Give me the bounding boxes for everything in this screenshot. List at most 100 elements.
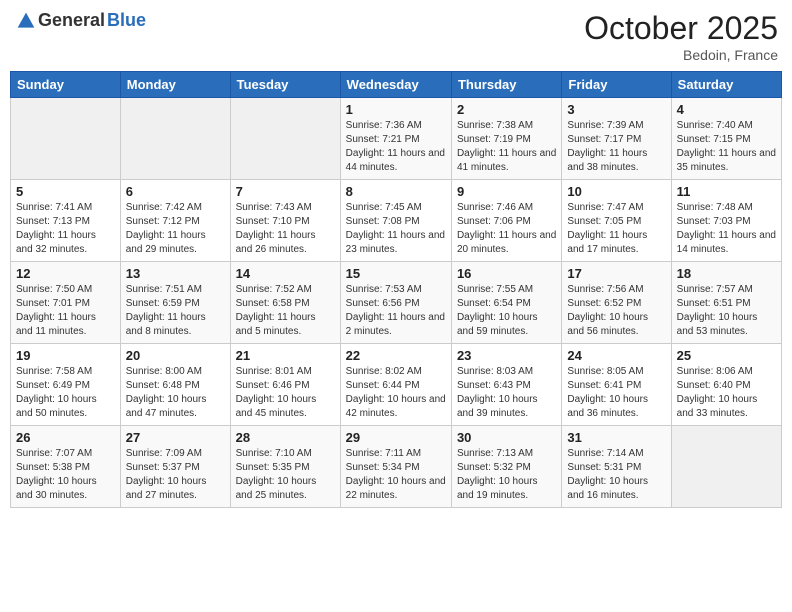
- calendar-cell: 14 Sunrise: 7:52 AM Sunset: 6:58 PM Dayli…: [230, 262, 340, 344]
- day-info: Sunrise: 7:53 AM Sunset: 6:56 PM Dayligh…: [346, 283, 446, 339]
- calendar-cell: 10 Sunrise: 7:47 AM Sunset: 7:05 PM Dayli…: [562, 180, 671, 262]
- calendar-cell: 18 Sunrise: 7:57 AM Sunset: 6:51 PM Dayli…: [671, 262, 781, 344]
- location: Bedoin, France: [584, 47, 778, 63]
- day-info: Sunrise: 7:51 AM Sunset: 6:59 PM Dayligh…: [126, 283, 225, 339]
- day-info: Sunrise: 8:01 AM Sunset: 6:46 PM Dayligh…: [236, 365, 335, 421]
- day-info: Sunrise: 7:41 AM Sunset: 7:13 PM Dayligh…: [16, 201, 115, 257]
- day-number: 16: [457, 266, 556, 281]
- week-row-3: 12 Sunrise: 7:50 AM Sunset: 7:01 PM Dayli…: [11, 262, 782, 344]
- calendar-cell: 8 Sunrise: 7:45 AM Sunset: 7:08 PM Daylig…: [340, 180, 451, 262]
- logo: General Blue: [14, 10, 146, 31]
- day-number: 9: [457, 184, 556, 199]
- day-info: Sunrise: 7:07 AM Sunset: 5:38 PM Dayligh…: [16, 447, 115, 503]
- calendar-cell: 5 Sunrise: 7:41 AM Sunset: 7:13 PM Daylig…: [11, 180, 121, 262]
- day-number: 14: [236, 266, 335, 281]
- day-number: 30: [457, 430, 556, 445]
- calendar-cell: 12 Sunrise: 7:50 AM Sunset: 7:01 PM Dayli…: [11, 262, 121, 344]
- day-number: 19: [16, 348, 115, 363]
- weekday-header-thursday: Thursday: [451, 72, 561, 98]
- calendar-cell: [671, 426, 781, 508]
- logo-text-general: General: [38, 10, 105, 31]
- calendar-cell: 22 Sunrise: 8:02 AM Sunset: 6:44 PM Dayli…: [340, 344, 451, 426]
- calendar-cell: 19 Sunrise: 7:58 AM Sunset: 6:49 PM Dayli…: [11, 344, 121, 426]
- calendar-cell: 31 Sunrise: 7:14 AM Sunset: 5:31 PM Dayli…: [562, 426, 671, 508]
- day-info: Sunrise: 7:55 AM Sunset: 6:54 PM Dayligh…: [457, 283, 556, 339]
- day-info: Sunrise: 7:38 AM Sunset: 7:19 PM Dayligh…: [457, 119, 556, 175]
- day-number: 18: [677, 266, 776, 281]
- day-info: Sunrise: 7:40 AM Sunset: 7:15 PM Dayligh…: [677, 119, 776, 175]
- day-number: 5: [16, 184, 115, 199]
- day-info: Sunrise: 7:56 AM Sunset: 6:52 PM Dayligh…: [567, 283, 665, 339]
- calendar-cell: 11 Sunrise: 7:48 AM Sunset: 7:03 PM Dayli…: [671, 180, 781, 262]
- day-number: 4: [677, 102, 776, 117]
- day-number: 10: [567, 184, 665, 199]
- calendar-cell: 1Sunrise: 7:36 AM Sunset: 7:21 PM Daylig…: [340, 98, 451, 180]
- calendar-cell: 26Sunrise: 7:07 AM Sunset: 5:38 PM Dayli…: [11, 426, 121, 508]
- calendar-cell: 2Sunrise: 7:38 AM Sunset: 7:19 PM Daylig…: [451, 98, 561, 180]
- day-number: 21: [236, 348, 335, 363]
- calendar-cell: 16 Sunrise: 7:55 AM Sunset: 6:54 PM Dayli…: [451, 262, 561, 344]
- day-number: 11: [677, 184, 776, 199]
- day-info: Sunrise: 7:42 AM Sunset: 7:12 PM Dayligh…: [126, 201, 225, 257]
- calendar-cell: [120, 98, 230, 180]
- calendar-cell: 9Sunrise: 7:46 AM Sunset: 7:06 PM Daylig…: [451, 180, 561, 262]
- day-info: Sunrise: 7:09 AM Sunset: 5:37 PM Dayligh…: [126, 447, 225, 503]
- calendar-cell: 15 Sunrise: 7:53 AM Sunset: 6:56 PM Dayli…: [340, 262, 451, 344]
- day-info: Sunrise: 8:05 AM Sunset: 6:41 PM Dayligh…: [567, 365, 665, 421]
- day-number: 23: [457, 348, 556, 363]
- calendar-cell: 24 Sunrise: 8:05 AM Sunset: 6:41 PM Dayli…: [562, 344, 671, 426]
- day-info: Sunrise: 7:14 AM Sunset: 5:31 PM Dayligh…: [567, 447, 665, 503]
- calendar-cell: 25 Sunrise: 8:06 AM Sunset: 6:40 PM Dayli…: [671, 344, 781, 426]
- day-number: 25: [677, 348, 776, 363]
- day-info: Sunrise: 7:45 AM Sunset: 7:08 PM Dayligh…: [346, 201, 446, 257]
- day-number: 12: [16, 266, 115, 281]
- day-number: 17: [567, 266, 665, 281]
- day-info: Sunrise: 7:52 AM Sunset: 6:58 PM Dayligh…: [236, 283, 335, 339]
- calendar-cell: [230, 98, 340, 180]
- weekday-header-monday: Monday: [120, 72, 230, 98]
- weekday-header-wednesday: Wednesday: [340, 72, 451, 98]
- day-info: Sunrise: 7:58 AM Sunset: 6:49 PM Dayligh…: [16, 365, 115, 421]
- day-number: 28: [236, 430, 335, 445]
- day-info: Sunrise: 8:02 AM Sunset: 6:44 PM Dayligh…: [346, 365, 446, 421]
- calendar-cell: 29Sunrise: 7:11 AM Sunset: 5:34 PM Dayli…: [340, 426, 451, 508]
- week-row-2: 5 Sunrise: 7:41 AM Sunset: 7:13 PM Daylig…: [11, 180, 782, 262]
- weekday-header-saturday: Saturday: [671, 72, 781, 98]
- calendar-cell: 7Sunrise: 7:43 AM Sunset: 7:10 PM Daylig…: [230, 180, 340, 262]
- calendar-cell: 20 Sunrise: 8:00 AM Sunset: 6:48 PM Dayli…: [120, 344, 230, 426]
- calendar-cell: 4 Sunrise: 7:40 AM Sunset: 7:15 PM Daylig…: [671, 98, 781, 180]
- weekday-header-friday: Friday: [562, 72, 671, 98]
- day-number: 8: [346, 184, 446, 199]
- title-block: October 2025 Bedoin, France: [584, 10, 778, 63]
- day-info: Sunrise: 8:03 AM Sunset: 6:43 PM Dayligh…: [457, 365, 556, 421]
- day-info: Sunrise: 7:50 AM Sunset: 7:01 PM Dayligh…: [16, 283, 115, 339]
- calendar-cell: 6Sunrise: 7:42 AM Sunset: 7:12 PM Daylig…: [120, 180, 230, 262]
- day-number: 3: [567, 102, 665, 117]
- calendar-table: SundayMondayTuesdayWednesdayThursdayFrid…: [10, 71, 782, 508]
- day-info: Sunrise: 7:57 AM Sunset: 6:51 PM Dayligh…: [677, 283, 776, 339]
- day-number: 31: [567, 430, 665, 445]
- page-header: General Blue October 2025 Bedoin, France: [10, 10, 782, 63]
- day-info: Sunrise: 7:10 AM Sunset: 5:35 PM Dayligh…: [236, 447, 335, 503]
- weekday-header-sunday: Sunday: [11, 72, 121, 98]
- logo-icon: [16, 11, 36, 31]
- calendar-cell: 28 Sunrise: 7:10 AM Sunset: 5:35 PM Dayli…: [230, 426, 340, 508]
- day-number: 15: [346, 266, 446, 281]
- day-number: 24: [567, 348, 665, 363]
- weekday-header-row: SundayMondayTuesdayWednesdayThursdayFrid…: [11, 72, 782, 98]
- calendar-cell: 21 Sunrise: 8:01 AM Sunset: 6:46 PM Dayli…: [230, 344, 340, 426]
- calendar-cell: 23 Sunrise: 8:03 AM Sunset: 6:43 PM Dayli…: [451, 344, 561, 426]
- day-info: Sunrise: 8:06 AM Sunset: 6:40 PM Dayligh…: [677, 365, 776, 421]
- day-number: 29: [346, 430, 446, 445]
- day-number: 20: [126, 348, 225, 363]
- day-number: 22: [346, 348, 446, 363]
- day-info: Sunrise: 7:47 AM Sunset: 7:05 PM Dayligh…: [567, 201, 665, 257]
- week-row-5: 26Sunrise: 7:07 AM Sunset: 5:38 PM Dayli…: [11, 426, 782, 508]
- calendar-cell: 13Sunrise: 7:51 AM Sunset: 6:59 PM Dayli…: [120, 262, 230, 344]
- day-info: Sunrise: 8:00 AM Sunset: 6:48 PM Dayligh…: [126, 365, 225, 421]
- day-number: 27: [126, 430, 225, 445]
- calendar-cell: 17 Sunrise: 7:56 AM Sunset: 6:52 PM Dayli…: [562, 262, 671, 344]
- logo-text-blue: Blue: [107, 10, 146, 31]
- day-info: Sunrise: 7:48 AM Sunset: 7:03 PM Dayligh…: [677, 201, 776, 257]
- calendar-cell: [11, 98, 121, 180]
